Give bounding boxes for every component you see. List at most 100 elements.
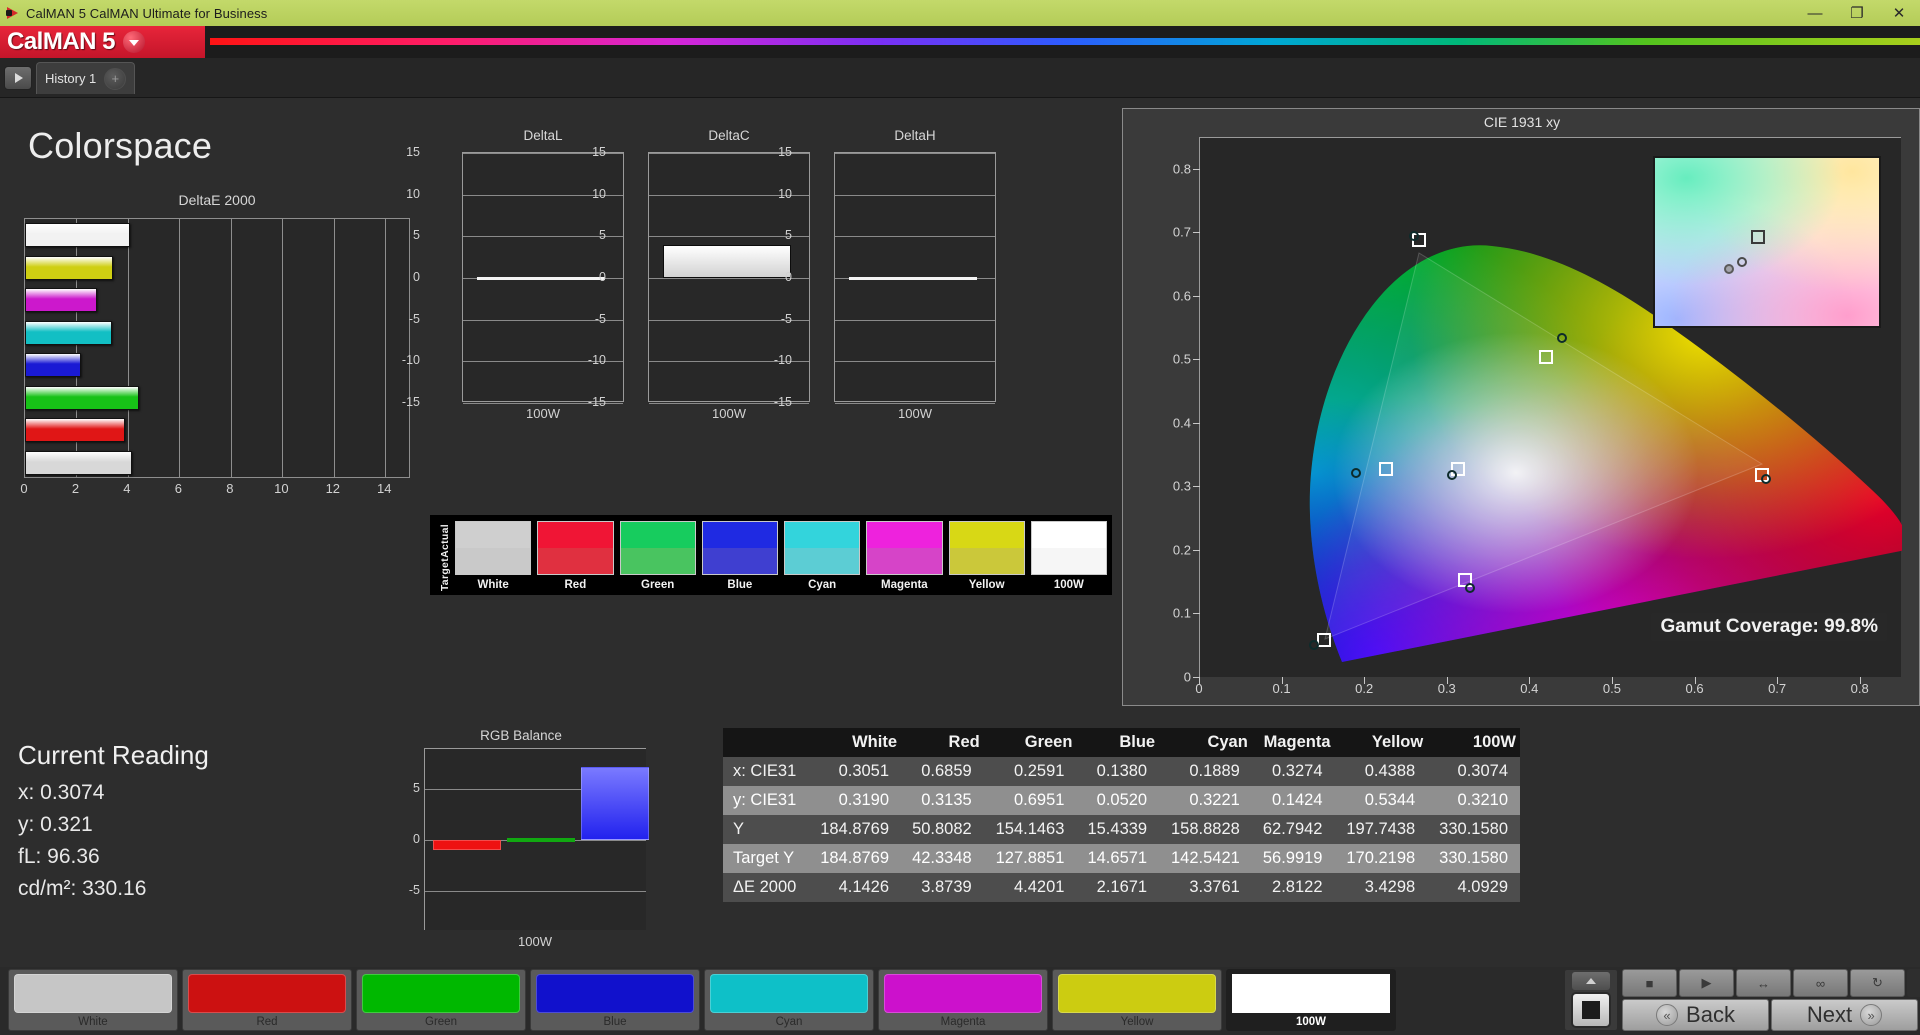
actual-target-swatch-strip: Actual Target WhiteRedGreenBlueCyanMagen… [430, 515, 1112, 595]
tab-history-1[interactable]: History 1 + [36, 62, 135, 94]
pattern-swatch-100w[interactable]: 100W [1226, 969, 1396, 1031]
table-cell: 142.5421 [1159, 844, 1252, 873]
swatch-label: Green [362, 1013, 520, 1030]
table-cell: 4.1426 [808, 873, 901, 902]
table-cell: 0.3190 [808, 786, 901, 815]
maximize-button[interactable]: ❐ [1836, 0, 1878, 26]
current-reading-y: y: 0.321 [18, 813, 209, 837]
refresh-icon: ↻ [1872, 975, 1883, 991]
table-cell: 184.8769 [808, 815, 901, 844]
current-reading-x: x: 0.3074 [18, 781, 209, 805]
transport-spacer [1907, 969, 1920, 997]
loop-button[interactable]: ∞ [1793, 969, 1848, 997]
inset-measured-marker [1724, 264, 1734, 274]
table-column-header: Red [901, 728, 984, 757]
table-cell: 127.8851 [984, 844, 1077, 873]
delta-bar [663, 245, 791, 278]
table-cell: 3.8739 [901, 873, 984, 902]
calman-logo-button[interactable]: CalMAN 5 [0, 26, 205, 58]
pattern-swatch-blue[interactable]: Blue [530, 969, 700, 1031]
measurement-table: WhiteRedGreenBlueCyanMagentaYellow100W x… [723, 728, 1520, 902]
pattern-swatch-green[interactable]: Green [356, 969, 526, 1031]
swatch-color [14, 974, 172, 1013]
stop-button[interactable]: ■ [1622, 969, 1677, 997]
chevron-down-icon[interactable] [123, 31, 145, 53]
table-row-label: Y [723, 815, 808, 844]
add-tab-button[interactable]: + [104, 68, 126, 90]
deltae-bar-100w [25, 223, 130, 247]
collapse-up-button[interactable] [1572, 972, 1610, 990]
brand-bar: CalMAN 5 [0, 26, 1920, 58]
window-title: CalMAN 5 CalMAN Ultimate for Business [26, 6, 267, 21]
delta-bar [849, 277, 977, 280]
pattern-swatch-yellow[interactable]: Yellow [1052, 969, 1222, 1031]
deltac-chart: DeltaC 151050-5-10-15 100W [610, 128, 810, 428]
next-button[interactable]: Next » [1771, 999, 1918, 1031]
table-cell: 14.6571 [1076, 844, 1159, 873]
grid-line [835, 403, 995, 404]
y-tick-mark [1193, 423, 1200, 424]
x-tick-mark [1777, 677, 1778, 684]
table-column-header: 100W [1427, 728, 1520, 757]
y-tick: -15 [588, 395, 606, 409]
pattern-swatch-red[interactable]: Red [182, 969, 352, 1031]
deltah-plot [834, 152, 996, 402]
x-tick-mark [1364, 677, 1365, 684]
cie-plot-area: Gamut Coverage: 99.8% [1199, 137, 1901, 677]
swatch-cell-yellow: Yellow [949, 521, 1025, 595]
title-bar: CalMAN 5 CalMAN Ultimate for Business — … [0, 0, 1920, 26]
y-tick: -5 [595, 312, 606, 326]
swatch-cell-blue: Blue [702, 521, 778, 595]
swatch-label: White [14, 1013, 172, 1030]
refresh-button[interactable]: ↻ [1850, 969, 1905, 997]
swatch-label: Cyan [710, 1013, 868, 1030]
y-tick: -15 [774, 395, 792, 409]
y-tick: 0 [413, 270, 420, 284]
target-swatch [785, 548, 859, 574]
table-cell: 0.1889 [1159, 757, 1252, 786]
current-reading-cdm2: cd/m²: 330.16 [18, 877, 209, 901]
y-tick: 0.1 [1173, 606, 1191, 621]
swatch-name: Yellow [949, 575, 1025, 595]
swatch-name: Green [620, 575, 696, 595]
swatch-compare [866, 521, 942, 575]
play-button[interactable]: ▶ [1679, 969, 1734, 997]
table-cell: 15.4339 [1076, 815, 1159, 844]
deltae-bar-green [25, 386, 139, 410]
table-cell: 0.3221 [1159, 786, 1252, 815]
swatch-label: 100W [1232, 1013, 1390, 1030]
grid-line [425, 891, 646, 892]
pattern-swatch-cyan[interactable]: Cyan [704, 969, 874, 1031]
deltae-bar-yellow [25, 256, 113, 280]
back-button[interactable]: « Back [1622, 999, 1769, 1031]
pattern-swatch-magenta[interactable]: Magenta [878, 969, 1048, 1031]
table-cell: 0.3051 [808, 757, 901, 786]
x-tick-mark [1199, 677, 1200, 684]
table-cell: 158.8828 [1159, 815, 1252, 844]
step-button[interactable]: ↔ [1736, 969, 1791, 997]
play-session-button[interactable] [4, 66, 32, 90]
close-button[interactable]: ✕ [1878, 0, 1920, 26]
swatch-name: Red [537, 575, 613, 595]
actual-target-cells: WhiteRedGreenBlueCyanMagentaYellow100W [455, 521, 1107, 595]
x-tick: 0 [20, 481, 27, 496]
y-tick: 0.4 [1173, 415, 1191, 430]
minimize-button[interactable]: — [1794, 0, 1836, 26]
measured-marker-yellow [1557, 333, 1567, 343]
pattern-window-button[interactable] [1571, 992, 1611, 1028]
table-column-header: Blue [1076, 728, 1159, 757]
delta-bar [477, 277, 605, 280]
table-row: x: CIE310.30510.68590.25910.13800.18890.… [723, 757, 1520, 786]
x-tick-mark [1860, 677, 1861, 684]
table-column-header: Cyan [1159, 728, 1252, 757]
swatch-cell-green: Green [620, 521, 696, 595]
measured-marker-blue [1309, 640, 1319, 650]
x-tick-mark [1612, 677, 1613, 684]
grid-line [835, 195, 995, 196]
pattern-swatch-white[interactable]: White [8, 969, 178, 1031]
y-tick: 15 [406, 145, 420, 159]
y-tick: 0 [785, 270, 792, 284]
window-controls: — ❐ ✕ [1794, 0, 1920, 26]
y-tick: -5 [409, 312, 420, 326]
inset-target-marker [1751, 230, 1765, 244]
